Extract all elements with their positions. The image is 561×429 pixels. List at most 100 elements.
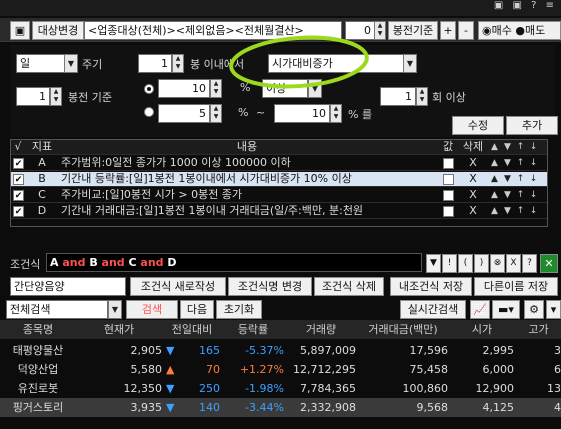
move-bottom-icon[interactable]: ↓: [528, 205, 539, 218]
condition-row[interactable]: ✔ B 기간내 등락률:[일]1봉전 1봉이내에서 시가대비증가 10% 이상 …: [11, 172, 547, 187]
move-bottom-icon[interactable]: ↓: [528, 189, 539, 202]
help-icon[interactable]: ?: [522, 254, 537, 273]
plus-button[interactable]: +: [440, 21, 456, 40]
move-top-icon[interactable]: ↑: [515, 189, 526, 202]
move-top-icon[interactable]: ↑: [515, 173, 526, 186]
results-row[interactable]: 유진로봇 12,350 250 ▼ -1.98% 7,784,365 100,860 12,9…: [0, 379, 561, 398]
delete-condition-button[interactable]: 조건식 삭제: [314, 277, 384, 296]
count-input-2[interactable]: 1: [380, 87, 416, 106]
condition-row[interactable]: ✔ A 주가범위:0일전 종가가 1000 이상 100000 이하 X ▲ ▼…: [11, 156, 547, 171]
xor-icon[interactable]: ⊗: [490, 254, 505, 273]
pct-spinner-2-icon[interactable]: ▲ ▼: [210, 104, 222, 123]
open-paren-icon[interactable]: (: [458, 254, 473, 273]
reset-button[interactable]: 초기화: [216, 300, 262, 319]
chart-icon[interactable]: 📈: [470, 300, 490, 319]
condition-row[interactable]: ✔ C 주가비교:[일]0봉전 시가 > 0봉전 종가 X ▲ ▼ ↑ ↓: [11, 188, 547, 203]
range-radio-2[interactable]: [144, 107, 154, 117]
period-dropdown-icon[interactable]: ▼: [64, 54, 78, 73]
my-condition-save-button[interactable]: 내조건식 저장: [390, 277, 472, 296]
results-row[interactable]: 태평양물산 2,905 165 ▼ -5.37% 5,897,009 17,596 2,995…: [0, 341, 561, 360]
move-up-icon[interactable]: ▲: [489, 173, 500, 186]
gear-icon[interactable]: ⚙: [524, 300, 544, 319]
x-icon[interactable]: X: [506, 254, 521, 273]
count-spinner-icon[interactable]: ▲ ▼: [374, 21, 386, 40]
search-button[interactable]: 검색: [126, 300, 178, 319]
excel-icon[interactable]: ✕: [540, 254, 558, 273]
condition-checkbox[interactable]: ✔: [13, 206, 24, 217]
indicator-dropdown-icon[interactable]: ▼: [403, 54, 417, 73]
move-top-icon[interactable]: ↑: [515, 205, 526, 218]
move-bottom-icon[interactable]: ↓: [528, 173, 539, 186]
pct-input-2[interactable]: 5: [158, 104, 210, 123]
move-up-icon[interactable]: ▲: [489, 157, 500, 170]
window-controls-icon[interactable]: ▣ ▣ ? ≡: [494, 0, 557, 11]
condition-expr-input[interactable]: A and B and C and D: [46, 253, 422, 272]
buy-radio-icon[interactable]: ◉: [482, 24, 492, 37]
save-as-button[interactable]: 다른이름 저장: [474, 277, 558, 296]
move-down-icon[interactable]: ▼: [502, 157, 513, 170]
base-input[interactable]: 1: [16, 87, 50, 106]
not-icon[interactable]: !: [442, 254, 457, 273]
condition-name-input[interactable]: 간단양음양: [10, 277, 126, 296]
header-arrow-icon[interactable]: ↑: [515, 141, 526, 154]
minus-button[interactable]: -: [458, 21, 474, 40]
add-button[interactable]: 추가: [506, 116, 558, 135]
range-radio-1[interactable]: [144, 84, 154, 94]
list-menu-icon[interactable]: ▬▾: [492, 300, 520, 319]
condition-checkbox[interactable]: ✔: [13, 158, 24, 169]
expr-dropdown-icon[interactable]: ▼: [426, 254, 441, 273]
condition-checkbox[interactable]: ✔: [13, 174, 24, 185]
next-button[interactable]: 다음: [180, 300, 214, 319]
results-col-header[interactable]: 거래대금(백만): [358, 320, 448, 339]
condition-delete-button[interactable]: X: [459, 172, 487, 187]
condition-row[interactable]: ✔ D 기간내 거래대금:[일]1봉전 1봉이내 거래대금(일/주:백만, 분:…: [11, 204, 547, 219]
move-down-icon[interactable]: ▼: [502, 205, 513, 218]
results-col-header[interactable]: 현재가: [76, 320, 162, 339]
trade-radio-group[interactable]: ◉매수 ●매도: [478, 21, 561, 40]
rename-condition-button[interactable]: 조건식명 변경: [228, 277, 312, 296]
move-up-icon[interactable]: ▲: [489, 205, 500, 218]
condition-checkbox[interactable]: ✔: [13, 190, 24, 201]
condition-value-checkbox[interactable]: [443, 190, 454, 201]
realtime-search-button[interactable]: 실시간검색: [400, 300, 466, 319]
move-down-icon[interactable]: ▼: [502, 173, 513, 186]
pct-input-1[interactable]: 10: [158, 79, 210, 98]
results-col-header[interactable]: 고가: [516, 320, 561, 339]
results-col-header[interactable]: 시가: [450, 320, 514, 339]
pct-input-3[interactable]: 10: [274, 104, 330, 123]
results-row[interactable]: 핑거스토리 3,935 140 ▼ -3.44% 2,332,908 9,568 4,125 4: [0, 398, 561, 417]
close-paren-icon[interactable]: ): [474, 254, 489, 273]
scope-dropdown-icon[interactable]: ▼: [108, 300, 122, 319]
count-spinner-2-icon[interactable]: ▲ ▼: [416, 87, 428, 106]
results-col-header[interactable]: 전일대비: [164, 320, 220, 339]
results-col-header[interactable]: 등락률: [222, 320, 284, 339]
move-up-icon[interactable]: ▲: [489, 189, 500, 202]
move-down-icon[interactable]: ▼: [502, 189, 513, 202]
condition-value-checkbox[interactable]: [443, 174, 454, 185]
sell-radio-icon[interactable]: ●: [515, 24, 525, 37]
header-arrow-icon[interactable]: ▲: [489, 141, 500, 154]
results-row[interactable]: 덕양산업 5,580 70 ▲ +1.27% 12,712,295 75,458 6,000 6: [0, 360, 561, 379]
scope-select[interactable]: 전체검색: [6, 300, 108, 319]
target-change-button[interactable]: 대상변경: [32, 21, 84, 40]
condition-delete-button[interactable]: X: [459, 188, 487, 203]
condition-delete-button[interactable]: X: [459, 156, 487, 171]
pct-spinner-1-icon[interactable]: ▲ ▼: [210, 79, 222, 98]
more-icon[interactable]: ▾: [546, 300, 561, 319]
base-button[interactable]: 봉전기준: [388, 21, 438, 40]
new-condition-button[interactable]: 조건식 새로작성: [130, 277, 226, 296]
condition-delete-button[interactable]: X: [459, 204, 487, 219]
condition-value-checkbox[interactable]: [443, 206, 454, 217]
pct-spinner-3-icon[interactable]: ▲ ▼: [330, 104, 342, 123]
within-input[interactable]: 1: [138, 54, 172, 73]
header-arrow-icon[interactable]: ↓: [528, 141, 539, 154]
results-col-header[interactable]: 종목명: [4, 320, 72, 339]
within-spinner-icon[interactable]: ▲ ▼: [172, 54, 184, 73]
results-col-header[interactable]: 거래량: [286, 320, 356, 339]
base-spinner-icon[interactable]: ▲ ▼: [50, 87, 62, 106]
window-icon[interactable]: ▣: [10, 21, 30, 40]
move-bottom-icon[interactable]: ↓: [528, 157, 539, 170]
condition-value-checkbox[interactable]: [443, 158, 454, 169]
modify-button[interactable]: 수정: [452, 116, 504, 135]
header-arrow-icon[interactable]: ▼: [502, 141, 513, 154]
